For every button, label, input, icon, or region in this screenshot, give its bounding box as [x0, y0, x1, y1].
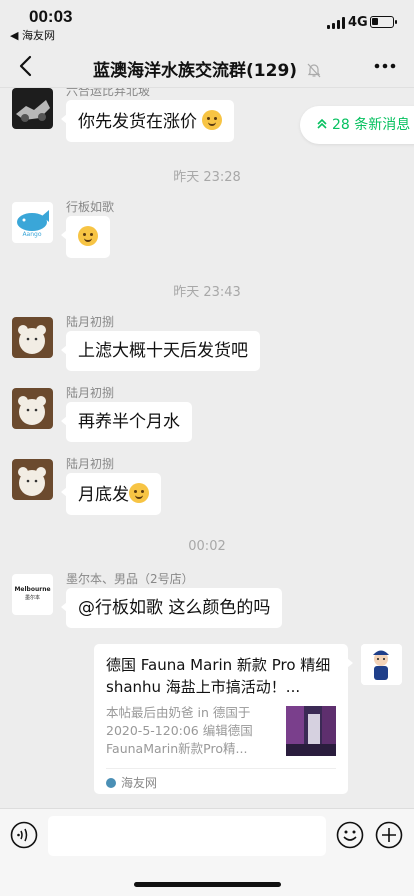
chat-timestamp: 昨天 23:43	[173, 285, 241, 300]
avatar[interactable]: Aango	[12, 202, 53, 243]
chat-timestamp: 昨天 23:28	[173, 170, 241, 185]
svg-text:Aango: Aango	[22, 231, 41, 238]
network-type: 4G	[348, 15, 368, 30]
sender-name: 行板如歌	[66, 200, 115, 214]
avatar[interactable]: Melbourne 墨尔本	[12, 574, 53, 615]
sender-name: 六合运比弃北坡	[66, 88, 151, 98]
link-card-source: 海友网	[106, 768, 336, 791]
back-to-app-link[interactable]: ◀ 海友网	[10, 27, 55, 43]
sender-name: 陆月初捌	[66, 315, 115, 329]
message-bubble[interactable]	[61, 216, 110, 258]
sender-name: 陆月初捌	[66, 457, 115, 471]
message-bubble[interactable]: 再养半个月水	[61, 402, 192, 442]
message-bubble[interactable]: 你先发货在涨价	[60, 100, 235, 142]
message-input[interactable]	[48, 816, 326, 856]
message-text: 月底发	[78, 485, 129, 505]
chat-message-list[interactable]: 六合运比弃北坡 你先发货在涨价 28 条新消息 昨天 23:28 Aango 行…	[0, 88, 414, 808]
message-bubble[interactable]: 上滤大概十天后发货吧	[61, 331, 260, 371]
avatar-logo-subtext: 墨尔本	[24, 595, 40, 601]
link-card-thumbnail	[286, 706, 336, 756]
status-bar: 00:03 ◀ 海友网 4G	[0, 0, 414, 44]
my-avatar[interactable]	[361, 644, 402, 685]
voice-input-icon[interactable]	[10, 821, 38, 849]
avatar-logo-text: Melbourne	[14, 586, 51, 593]
chat-title: 蓝澳海洋水族交流群(129)	[93, 61, 298, 81]
message-text: 再养半个月水	[78, 412, 180, 432]
status-time: 00:03	[29, 7, 73, 26]
home-indicator[interactable]	[134, 882, 281, 887]
sender-name: 墨尔本、男品（2号店）	[66, 572, 194, 586]
chat-timestamp: 00:02	[188, 539, 226, 554]
signal-icon	[327, 17, 345, 29]
avatar[interactable]	[12, 459, 53, 500]
message-text: 你先发货在涨价	[78, 112, 197, 132]
link-card-title: 德国 Fauna Marin 新款 Pro 精细 shanhu 海盐上市搞活动！…	[106, 656, 331, 696]
new-messages-label: 28 条新消息	[332, 117, 411, 133]
emoji-picker-icon[interactable]	[336, 821, 364, 849]
flushed-emoji-icon	[129, 483, 149, 503]
chat-header: 蓝澳海洋水族交流群(129)	[0, 44, 414, 88]
chat-title-wrap: 蓝澳海洋水族交流群(129)	[0, 56, 414, 81]
sender-name: 陆月初捌	[66, 386, 115, 400]
double-chevron-up-icon	[317, 118, 327, 129]
battery-icon	[370, 16, 397, 28]
message-bubble[interactable]: 月底发	[61, 473, 161, 515]
message-text: 上滤大概十天后发货吧	[78, 341, 248, 361]
more-options-icon[interactable]	[372, 56, 398, 76]
more-functions-plus-icon[interactable]	[375, 821, 403, 849]
message-text: @行板如歌 这么颜色的吗	[78, 598, 271, 618]
new-messages-button[interactable]: 28 条新消息	[300, 106, 414, 144]
link-card-message[interactable]: 德国 Fauna Marin 新款 Pro 精细 shanhu 海盐上市搞活动！…	[94, 644, 353, 794]
avatar[interactable]	[12, 388, 53, 429]
mute-bell-icon	[307, 63, 321, 78]
eye-roll-emoji-icon	[202, 110, 223, 130]
link-card-description: 本帖最后由奶爸 in 德国于 2020-5-120:06 编辑德国 FaunaM…	[106, 705, 253, 756]
laughing-emoji-icon	[78, 226, 98, 246]
avatar[interactable]	[12, 88, 53, 129]
link-card-source-name: 海友网	[121, 776, 158, 790]
avatar[interactable]	[12, 317, 53, 358]
message-bubble[interactable]: @行板如歌 这么颜色的吗	[60, 588, 283, 628]
source-logo-icon	[106, 778, 116, 788]
